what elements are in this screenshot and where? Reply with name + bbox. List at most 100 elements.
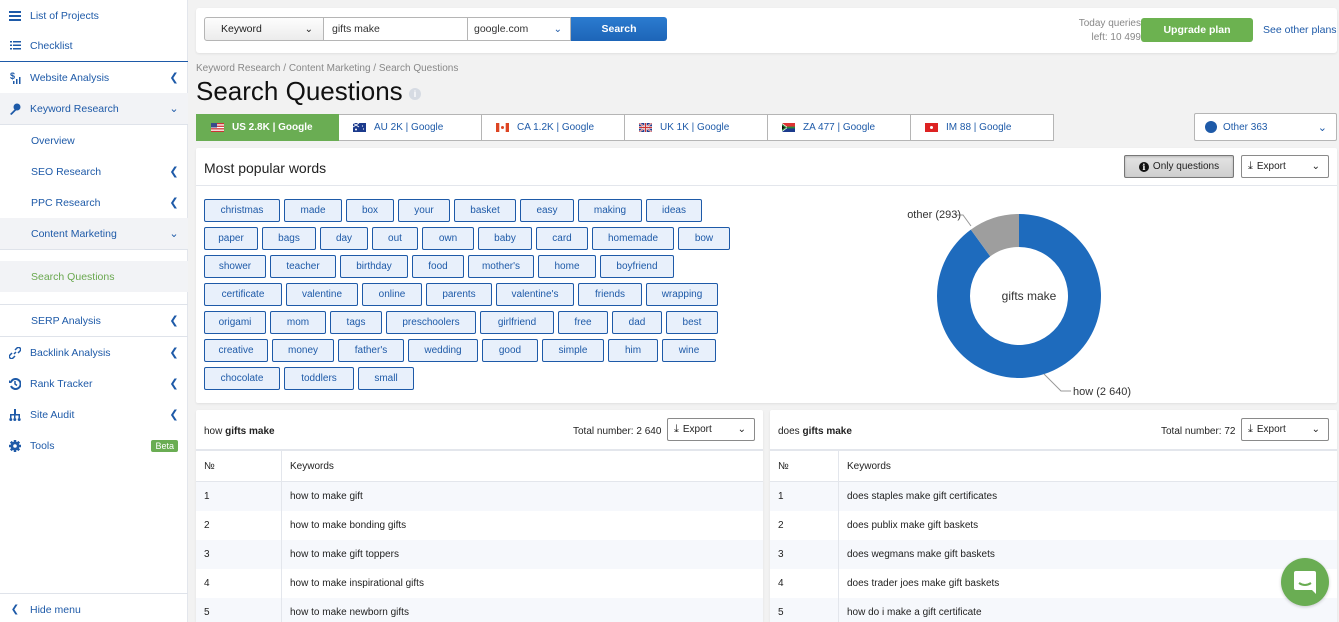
tab-au[interactable]: AU 2K | Google [339,114,482,141]
keyword-cell[interactable]: does publix make gift baskets [839,520,978,531]
export-button[interactable]: ⤓ Export ⌄ [1241,418,1329,441]
word-chip[interactable]: homemade [592,227,674,250]
keyword-cell[interactable]: how to make inspirational gifts [282,578,424,589]
word-chip[interactable]: bow [678,227,730,250]
word-chip[interactable]: food [412,255,464,278]
word-chip[interactable]: father's [338,339,404,362]
sidebar-item-site-audit[interactable]: Site Audit ❮ [0,399,188,430]
word-chip[interactable]: preschoolers [386,311,476,334]
keyword-cell[interactable]: does trader joes make gift baskets [839,578,999,589]
sidebar-item-website-analysis[interactable]: $ Website Analysis ❮ [0,62,188,93]
hide-menu-button[interactable]: ❮ Hide menu [0,594,188,622]
word-chip[interactable]: teacher [270,255,336,278]
tab-im[interactable]: IM 88 | Google [911,114,1054,141]
word-chip[interactable]: home [538,255,596,278]
popular-words-title: Most popular words [204,160,327,176]
word-chip[interactable]: mother's [468,255,534,278]
word-chip[interactable]: bags [262,227,316,250]
word-chip[interactable]: wrapping [646,283,718,306]
tab-za[interactable]: ZA 477 | Google [768,114,911,141]
word-chip[interactable]: money [272,339,334,362]
keyword-cell[interactable]: how to make newborn gifts [282,607,409,618]
word-chip[interactable]: wine [662,339,716,362]
upgrade-plan-button[interactable]: Upgrade plan [1141,18,1253,42]
word-chip[interactable]: creative [204,339,268,362]
sidebar-item-content-marketing[interactable]: Content Marketing ⌄ [0,218,188,249]
export-button[interactable]: ⤓ Export ⌄ [1241,155,1329,178]
word-chip[interactable]: valentine [286,283,358,306]
sidebar-item-serp-analysis[interactable]: SERP Analysis ❮ [0,305,188,336]
word-chip[interactable]: girlfriend [480,311,554,334]
only-questions-button[interactable]: i Only questions [1124,155,1234,178]
see-other-plans-link[interactable]: See other plans [1263,24,1337,36]
keyword-cell[interactable]: how to make gift toppers [282,549,399,560]
sidebar-item-tools[interactable]: Tools Beta [0,430,188,461]
word-chip[interactable]: paper [204,227,258,250]
word-chip[interactable]: tags [330,311,382,334]
word-chip[interactable]: valentine's [496,283,574,306]
search-type-select[interactable]: Keyword ⌄ [204,17,324,41]
search-button[interactable]: Search [571,17,667,41]
tab-uk[interactable]: UK 1K | Google [625,114,768,141]
keyword-cell[interactable]: how to make gift [282,491,363,502]
word-chip[interactable]: out [372,227,418,250]
word-chip[interactable]: best [666,311,718,334]
sidebar-item-ppc-research[interactable]: PPC Research ❮ [0,187,188,218]
word-chip[interactable]: origami [204,311,266,334]
table-body: 1 how to make gift 2 how to make bonding gi… [196,482,763,622]
sidebar-item-rank-tracker[interactable]: Rank Tracker ❮ [0,368,188,399]
word-chip[interactable]: box [346,199,394,222]
keyword-cell[interactable]: does wegmans make gift baskets [839,549,995,560]
sidebar-item-keyword-research[interactable]: Keyword Research ⌄ [0,93,188,124]
word-chip[interactable]: certificate [204,283,282,306]
keyword-cell[interactable]: how do i make a gift certificate [839,607,982,618]
chat-button[interactable] [1281,558,1329,606]
sidebar-item-backlink-analysis[interactable]: Backlink Analysis ❮ [0,337,188,368]
word-chip[interactable]: dad [612,311,662,334]
sidebar-item-search-questions[interactable]: Search Questions [0,261,188,292]
keyword-cell[interactable]: how to make bonding gifts [282,520,406,531]
export-button[interactable]: ⤓ Export ⌄ [667,418,755,441]
word-chip[interactable]: him [608,339,658,362]
word-chip[interactable]: easy [520,199,574,222]
keyword-cell[interactable]: does staples make gift certificates [839,491,997,502]
word-chip[interactable]: parents [426,283,492,306]
word-chip[interactable]: simple [542,339,604,362]
word-chip[interactable]: toddlers [284,367,354,390]
database-select[interactable]: google.com ⌄ [467,17,571,41]
word-chip[interactable]: basket [454,199,516,222]
word-chip[interactable]: making [578,199,642,222]
word-chip[interactable]: christmas [204,199,280,222]
word-chip[interactable]: shower [204,255,266,278]
col-keywords[interactable]: Keywords [282,461,334,472]
word-chip[interactable]: birthday [340,255,408,278]
info-icon[interactable]: i [409,88,421,100]
col-number[interactable]: № [770,451,839,481]
tab-us[interactable]: US 2.8K | Google [196,114,339,141]
sidebar-item-seo-research[interactable]: SEO Research ❮ [0,156,188,187]
word-chip[interactable]: day [320,227,368,250]
word-chip[interactable]: baby [478,227,532,250]
word-chip[interactable]: card [536,227,588,250]
word-chip[interactable]: own [422,227,474,250]
sidebar-item-list-of-projects[interactable]: List of Projects [0,0,188,31]
word-chip[interactable]: boyfriend [600,255,674,278]
word-chip[interactable]: your [398,199,450,222]
word-chip[interactable]: chocolate [204,367,280,390]
word-chip[interactable]: made [284,199,342,222]
col-number[interactable]: № [196,451,282,481]
word-chip[interactable]: online [362,283,422,306]
word-chip[interactable]: wedding [408,339,478,362]
sidebar-item-overview[interactable]: Overview [0,125,188,156]
word-chip[interactable]: mom [270,311,326,334]
sidebar-item-checklist[interactable]: Checklist [0,30,188,61]
col-keywords[interactable]: Keywords [839,461,891,472]
word-chip[interactable]: friends [578,283,642,306]
word-chip[interactable]: ideas [646,199,702,222]
word-chip[interactable]: free [558,311,608,334]
word-chip[interactable]: small [358,367,414,390]
word-chip[interactable]: good [482,339,538,362]
tab-ca[interactable]: CA 1.2K | Google [482,114,625,141]
keyword-input[interactable] [324,17,468,41]
other-databases-select[interactable]: Other 363 ⌄ [1194,113,1337,141]
